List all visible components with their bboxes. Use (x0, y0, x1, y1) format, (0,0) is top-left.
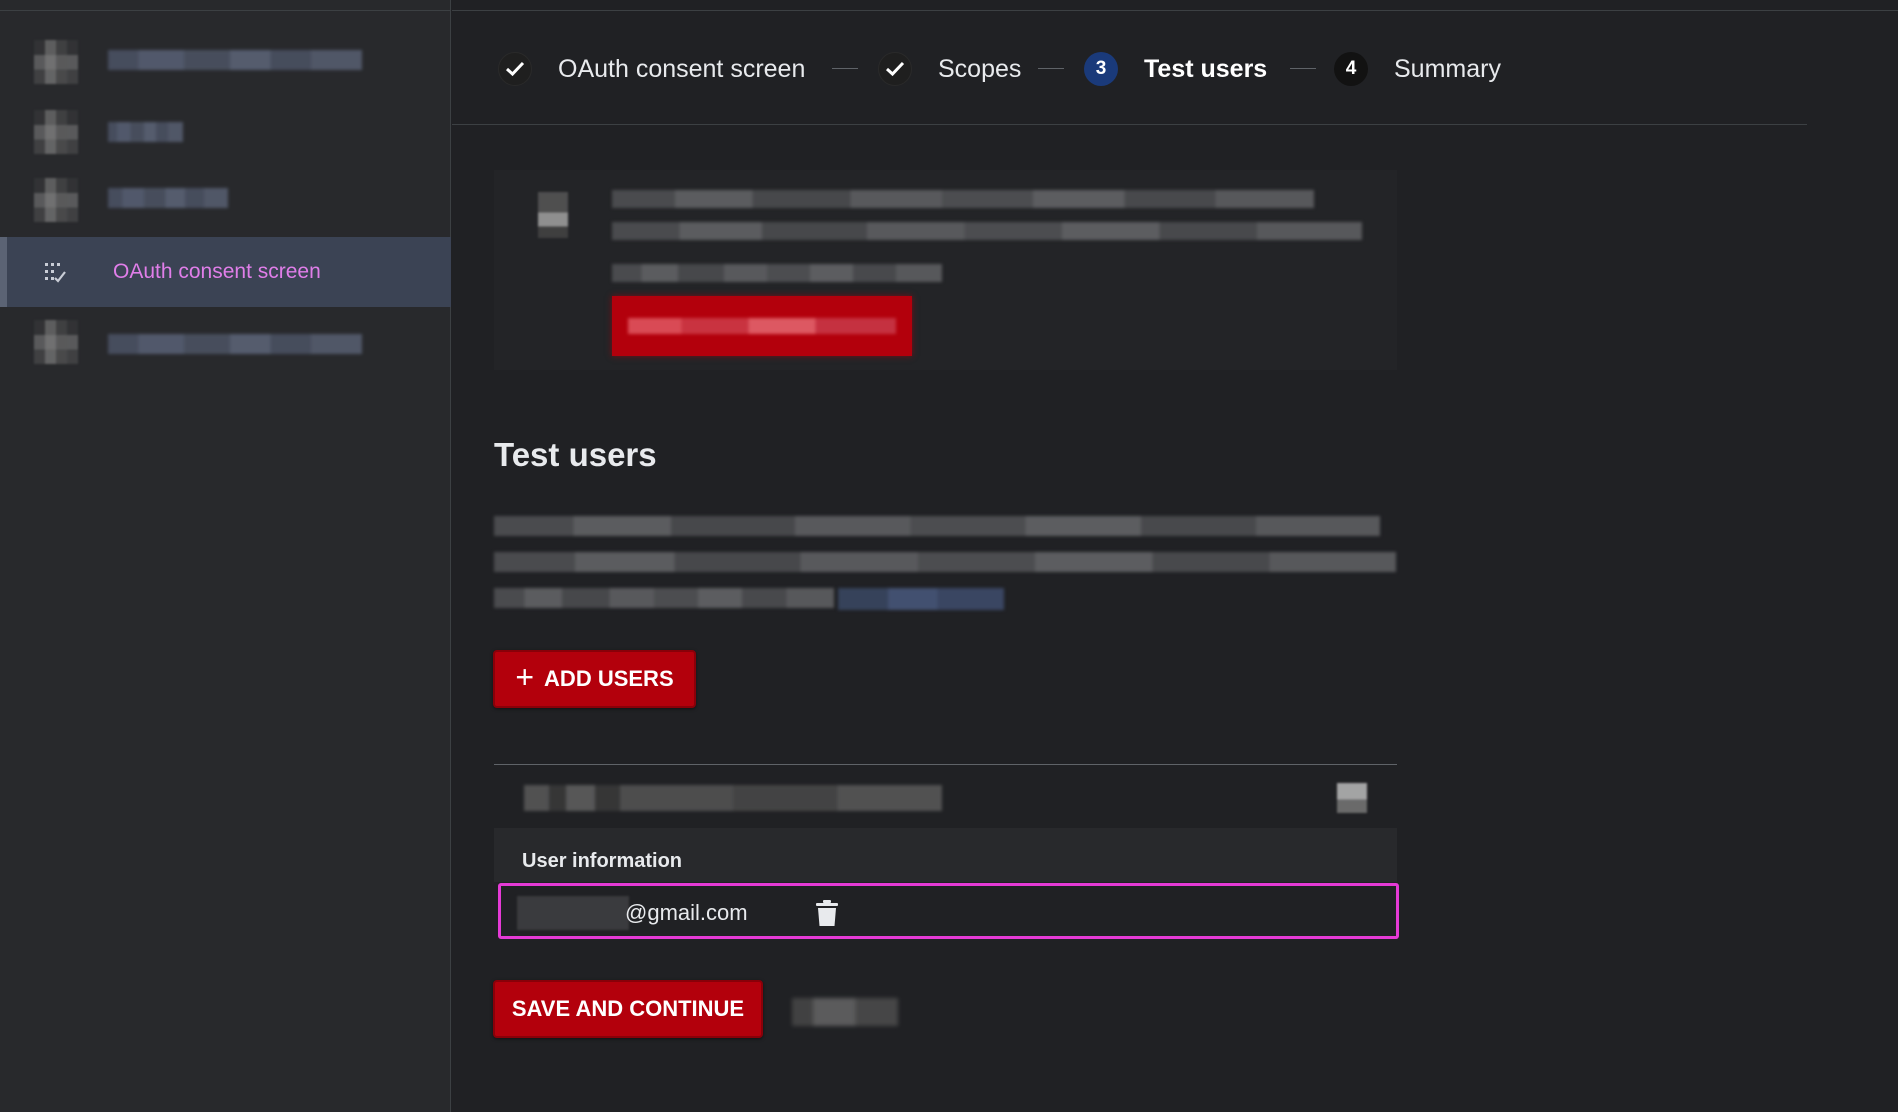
redacted-label (108, 334, 362, 354)
user-email: @gmail.com (625, 900, 748, 925)
divider (452, 10, 1898, 11)
column-options-icon[interactable] (1337, 783, 1367, 813)
save-and-continue-button[interactable]: SAVE AND CONTINUE (493, 980, 763, 1038)
check-icon (498, 52, 532, 86)
stepper: OAuth consent screen Scopes 3 Test users… (452, 38, 1807, 98)
redacted-text (612, 190, 1314, 208)
sidebar-item-redacted-1[interactable] (0, 26, 451, 96)
sidebar-item-label: OAuth consent screen (113, 260, 321, 283)
step-connector (832, 68, 858, 69)
step-number: 3 (1084, 52, 1118, 86)
table-row[interactable]: @gmail.com (498, 883, 1399, 939)
table-filter[interactable] (494, 765, 1397, 827)
step-label: OAuth consent screen (558, 54, 806, 83)
table-header: User information (494, 828, 1397, 882)
redacted-filter-text (524, 785, 942, 811)
step-label: Test users (1144, 54, 1268, 83)
step-label: Scopes (938, 54, 1022, 83)
save-and-continue-label: SAVE AND CONTINUE (511, 996, 745, 1021)
redacted-description (494, 552, 1396, 572)
step-oauth-consent-screen[interactable]: OAuth consent screen (498, 52, 805, 86)
sidebar-item-redacted-4[interactable] (0, 306, 451, 376)
divider (452, 124, 1807, 125)
redacted-cancel-button[interactable] (792, 998, 898, 1026)
redacted-icon (34, 178, 78, 222)
redacted-label (108, 188, 228, 208)
redacted-description (494, 516, 1380, 536)
divider (0, 10, 451, 11)
redacted-icon (34, 320, 78, 364)
redacted-label (108, 122, 183, 142)
step-number: 4 (1334, 52, 1368, 86)
sidebar-item-oauth-consent-screen[interactable]: OAuth consent screen (0, 237, 451, 307)
step-scopes[interactable]: Scopes (878, 52, 1021, 86)
check-icon (878, 52, 912, 86)
redacted-text (612, 264, 942, 282)
info-icon (538, 192, 568, 238)
column-header-user-information: User information (522, 850, 683, 872)
redacted-button[interactable] (612, 296, 912, 356)
redacted-description (494, 588, 834, 608)
redacted-email-prefix (517, 896, 629, 930)
add-users-label: ADD USERS (544, 666, 674, 691)
redacted-icon (34, 40, 78, 84)
sidebar-item-redacted-2[interactable] (0, 96, 451, 166)
step-connector (1290, 68, 1316, 69)
step-test-users[interactable]: 3 Test users (1084, 52, 1267, 86)
redacted-icon (34, 110, 78, 154)
info-banner (494, 170, 1397, 370)
trash-icon[interactable] (815, 899, 839, 927)
step-connector (1038, 68, 1064, 69)
redacted-link[interactable] (838, 588, 1004, 610)
redacted-text (612, 222, 1362, 240)
oauth-consent-icon (45, 263, 66, 283)
plus-icon: + (515, 659, 535, 695)
sidebar: OAuth consent screen (0, 0, 451, 1112)
step-summary[interactable]: 4 Summary (1334, 52, 1501, 86)
redacted-label (108, 50, 362, 70)
section-title: Test users (494, 436, 657, 473)
add-users-button[interactable]: + ADD USERS (493, 650, 696, 708)
step-label: Summary (1394, 54, 1501, 83)
sidebar-item-redacted-3[interactable] (0, 164, 451, 234)
